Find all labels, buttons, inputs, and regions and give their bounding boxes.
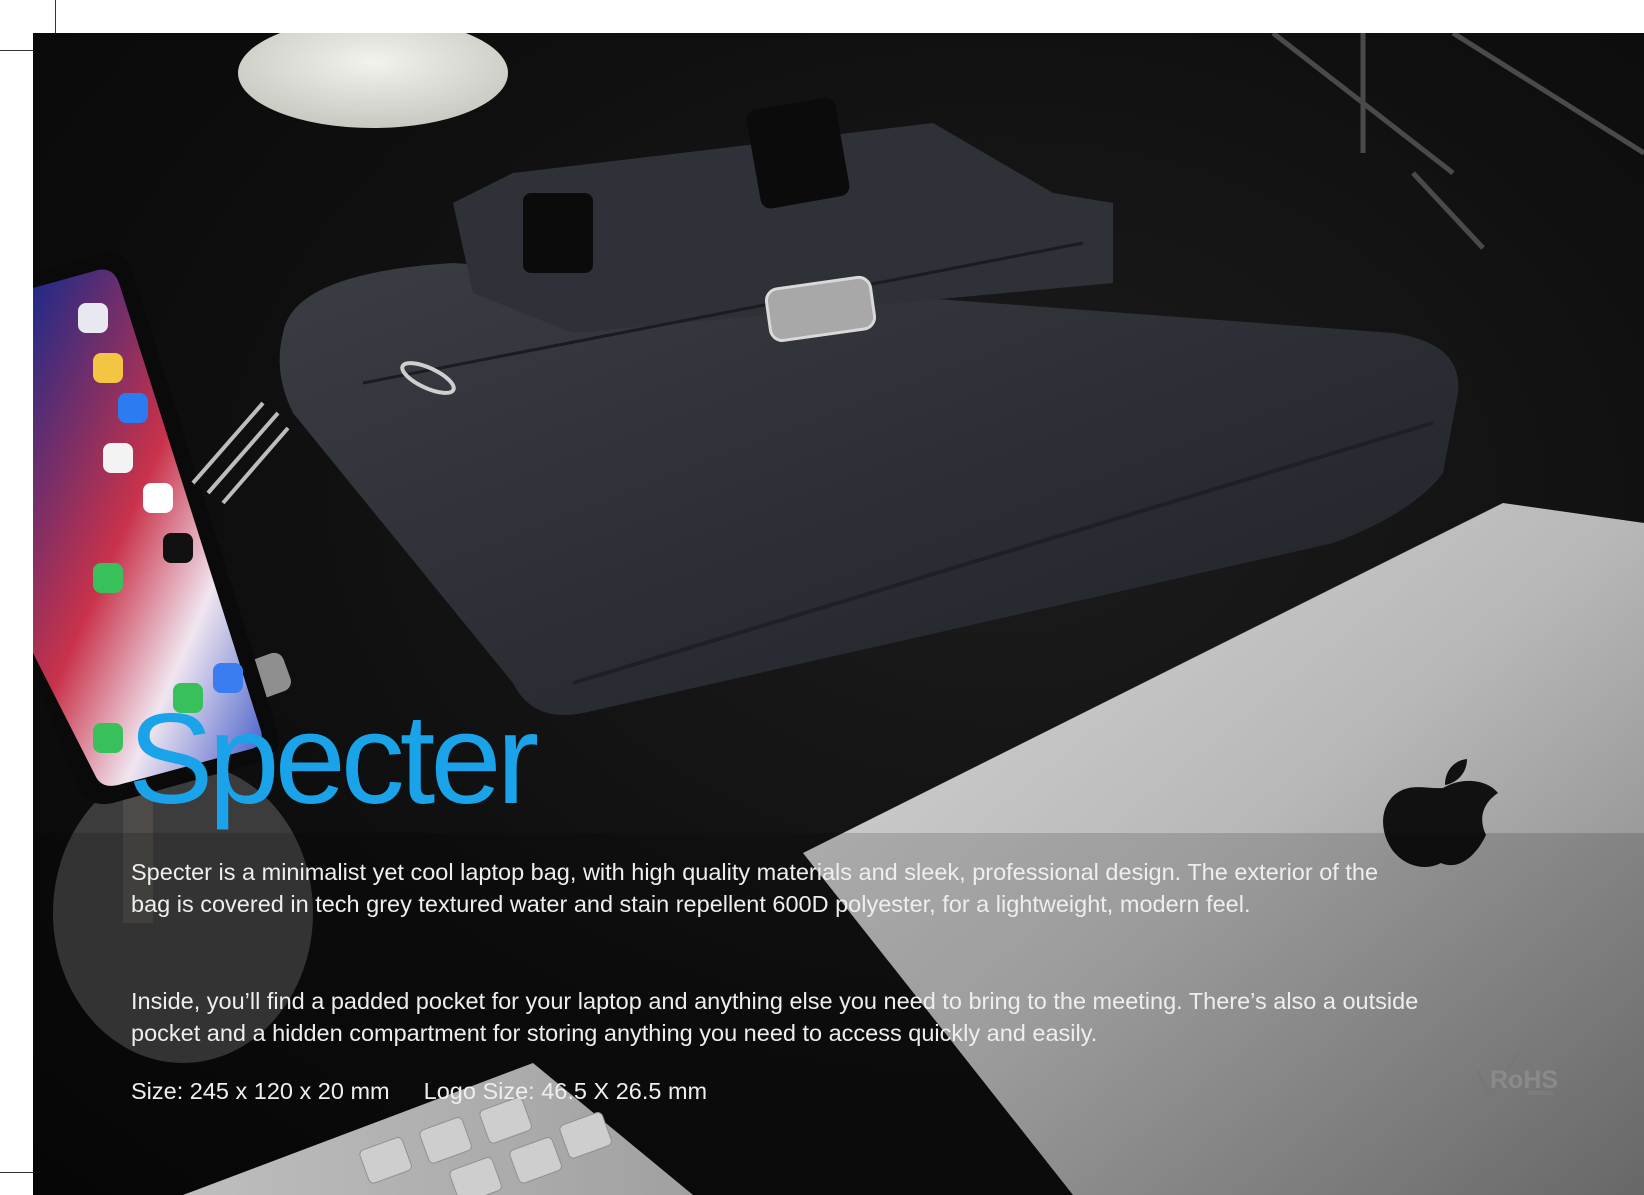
product-title: Specter <box>128 688 539 831</box>
rohs-label: RoHS <box>1490 1066 1559 1094</box>
lamp-base <box>238 33 508 128</box>
bag-handle <box>746 97 850 209</box>
product-specs: Size: 245 x 120 x 20 mm Logo Size: 46.5 X… <box>131 1075 707 1107</box>
shelf-frame <box>1271 33 1644 250</box>
product-details: Inside, you’ll find a padded pocket for … <box>131 988 1419 1046</box>
rohs-badge: RoHS 2002/95/EC <box>1476 1049 1572 1099</box>
logo-size-spec: Logo Size: 46.5 X 26.5 mm <box>423 1078 708 1104</box>
bag-handle <box>523 193 593 273</box>
crop-mark <box>0 1172 33 1173</box>
catalog-page: Specter Specter is a minimalist yet cool… <box>0 0 1644 1195</box>
product-description: Specter is a minimalist yet cool laptop … <box>131 859 1379 917</box>
crop-mark <box>0 50 33 51</box>
size-spec: Size: 245 x 120 x 20 mm <box>131 1078 390 1104</box>
rohs-directive: 2002/95/EC <box>1528 1091 1555 1097</box>
binder-clip <box>191 401 290 505</box>
